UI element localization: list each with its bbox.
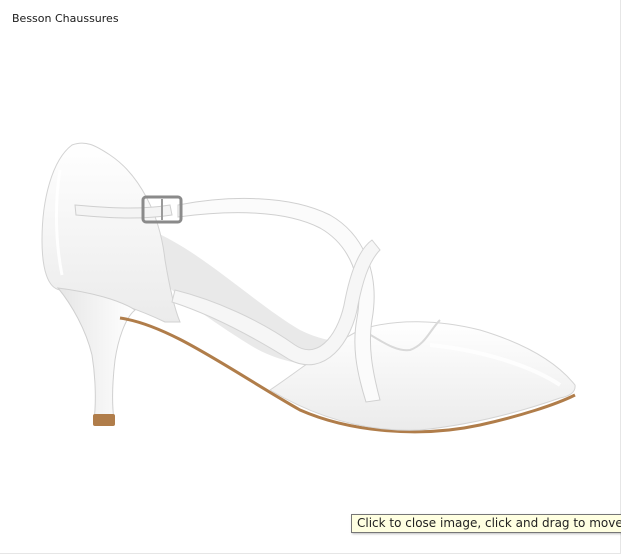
heel-tip [93,414,115,426]
viewer-help-tooltip: Click to close image, click and drag to … [351,514,621,533]
shoe-image[interactable] [0,0,621,554]
image-viewer[interactable]: Besson Chaussures Click to close image, … [0,0,621,554]
shoe-heel [56,287,136,421]
image-caption: Besson Chaussures [12,12,119,25]
shoe-heel-counter [41,142,181,323]
